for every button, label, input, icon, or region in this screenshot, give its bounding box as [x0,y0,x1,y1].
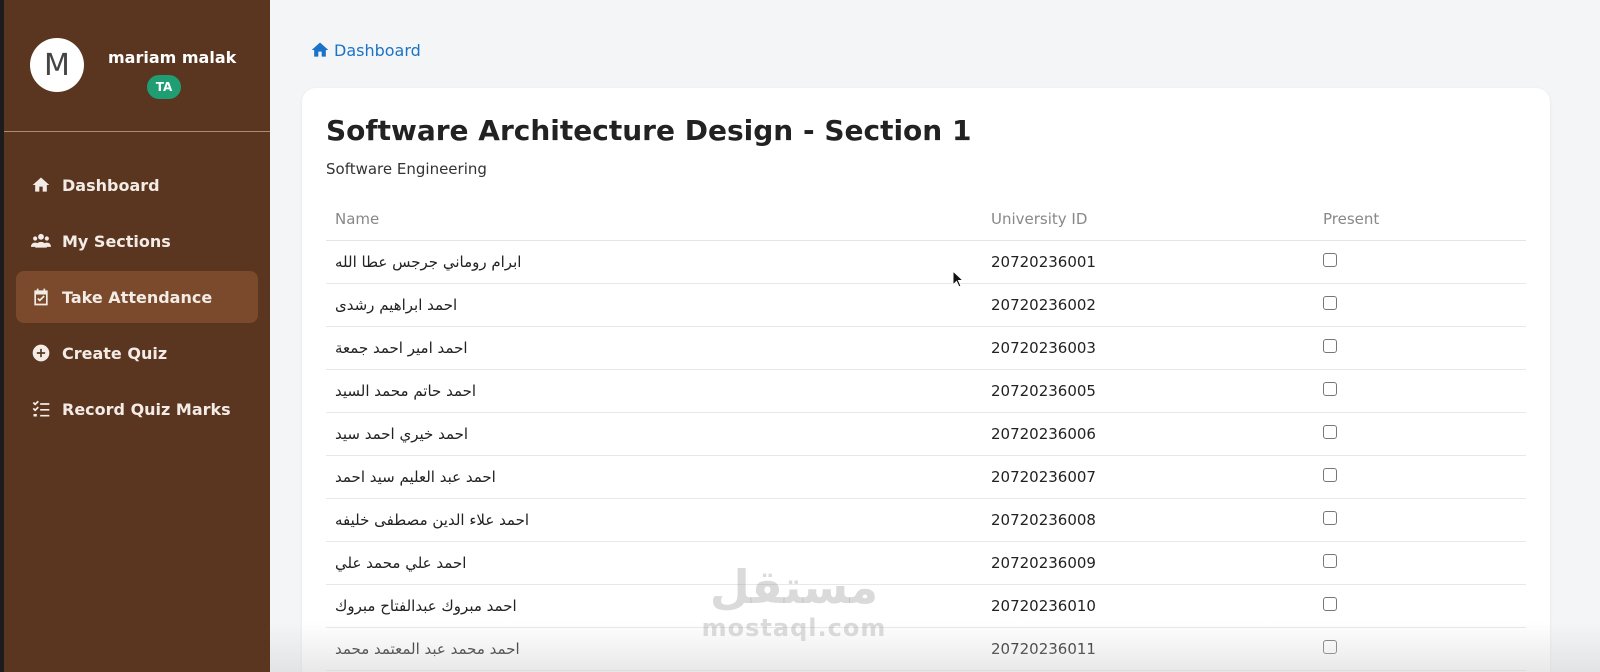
user-name: mariam malak [108,48,237,67]
student-name: ابرام روماني جرجس عطا الله [326,240,982,284]
present-checkbox[interactable] [1323,295,1337,310]
present-checkbox[interactable] [1323,553,1337,568]
sidebar: M mariam malak TA Dashboard My Sections [4,0,270,672]
attendance-table: Name University ID Present ابرام روماني … [326,198,1526,671]
page-title: Software Architecture Design - Section 1 [326,114,972,147]
student-id: 20720236008 [982,498,1314,542]
student-name: احمد علاء الدين مصطفى خليفه [326,498,982,542]
users-icon [30,230,52,252]
sidebar-item-my-sections[interactable]: My Sections [16,215,258,267]
column-header-university-id: University ID [982,198,1314,241]
calendar-check-icon [30,286,52,308]
student-id: 20720236010 [982,584,1314,628]
role-badge: TA [147,75,181,99]
student-name: احمد حاتم محمد السيد [326,369,982,413]
table-row: ابرام روماني جرجس عطا الله 20720236001 [326,240,1526,284]
table-row: احمد علاء الدين مصطفى خليفه 20720236008 [326,498,1526,542]
table-row: احمد حاتم محمد السيد 20720236005 [326,369,1526,413]
student-id: 20720236007 [982,455,1314,499]
student-name: احمد ابراهيم رشدى [326,283,982,327]
home-icon [30,174,52,196]
watermark-arabic: مستقل [709,560,879,614]
student-id: 20720236001 [982,240,1314,284]
column-header-name: Name [326,198,982,241]
table-row: احمد مبروك عبدالفتاح مبروك 20720236010 [326,584,1526,628]
breadcrumb-link[interactable]: Dashboard [334,41,421,60]
table-row: احمد ابراهيم رشدى 20720236002 [326,283,1526,327]
present-cell [1314,498,1526,542]
present-cell [1314,240,1526,284]
student-id: 20720236002 [982,283,1314,327]
present-checkbox[interactable] [1323,467,1337,482]
table-row: احمد خيري احمد سيد 20720236006 [326,412,1526,456]
sidebar-item-dashboard[interactable]: Dashboard [16,159,258,211]
present-checkbox[interactable] [1323,252,1337,267]
present-checkbox[interactable] [1323,510,1337,525]
sidebar-item-label: Take Attendance [62,287,213,307]
app-window: M mariam malak TA Dashboard My Sections [4,0,1600,672]
student-id: 20720236005 [982,369,1314,413]
page-subtitle: Software Engineering [326,160,487,178]
present-checkbox[interactable] [1323,596,1337,611]
sidebar-item-record-quiz-marks[interactable]: Record Quiz Marks [16,383,258,435]
sidebar-item-label: Dashboard [62,175,160,195]
present-checkbox[interactable] [1323,338,1337,353]
table-header-row: Name University ID Present [326,198,1526,241]
student-id: 20720236011 [982,627,1314,671]
breadcrumb[interactable]: Dashboard [310,40,421,60]
sidebar-item-create-quiz[interactable]: Create Quiz [16,327,258,379]
present-cell [1314,412,1526,456]
present-cell [1314,455,1526,499]
mouse-cursor [952,269,965,292]
student-name: احمد عبد العليم سيد احمد [326,455,982,499]
student-id: 20720236006 [982,412,1314,456]
profile-panel: M mariam malak TA [4,0,270,132]
sidebar-nav: Dashboard My Sections Take Attendance Cr… [4,155,270,439]
student-id: 20720236009 [982,541,1314,585]
present-checkbox[interactable] [1323,424,1337,439]
attendance-card: Software Architecture Design - Section 1… [302,88,1550,672]
student-name: احمد خيري احمد سيد [326,412,982,456]
table-row: احمد عبد العليم سيد احمد 20720236007 [326,455,1526,499]
present-cell [1314,627,1526,671]
present-cell [1314,369,1526,413]
watermark-logo: مستقل mostaql.com [694,560,894,642]
sidebar-item-label: Record Quiz Marks [62,399,231,419]
sidebar-item-label: Create Quiz [62,343,168,363]
student-name: احمد امير احمد جمعة [326,326,982,370]
present-checkbox[interactable] [1323,639,1337,654]
present-cell [1314,584,1526,628]
avatar: M [30,38,84,92]
student-id: 20720236003 [982,326,1314,370]
table-row: احمد محمد عبد المعتمد محمد 20720236011 [326,627,1526,671]
watermark-latin: mostaql.com [701,614,887,642]
home-icon [311,42,329,57]
sidebar-item-label: My Sections [62,231,171,251]
present-cell [1314,326,1526,370]
main-content: Dashboard Software Architecture Design -… [270,0,1600,672]
present-cell [1314,541,1526,585]
sidebar-item-take-attendance[interactable]: Take Attendance [16,271,258,323]
column-header-present: Present [1314,198,1526,241]
plus-circle-icon [30,342,52,364]
present-checkbox[interactable] [1323,381,1337,396]
present-cell [1314,283,1526,327]
table-row: احمد علي محمد علي 20720236009 [326,541,1526,585]
table-row: احمد امير احمد جمعة 20720236003 [326,326,1526,370]
list-check-icon [30,398,52,420]
